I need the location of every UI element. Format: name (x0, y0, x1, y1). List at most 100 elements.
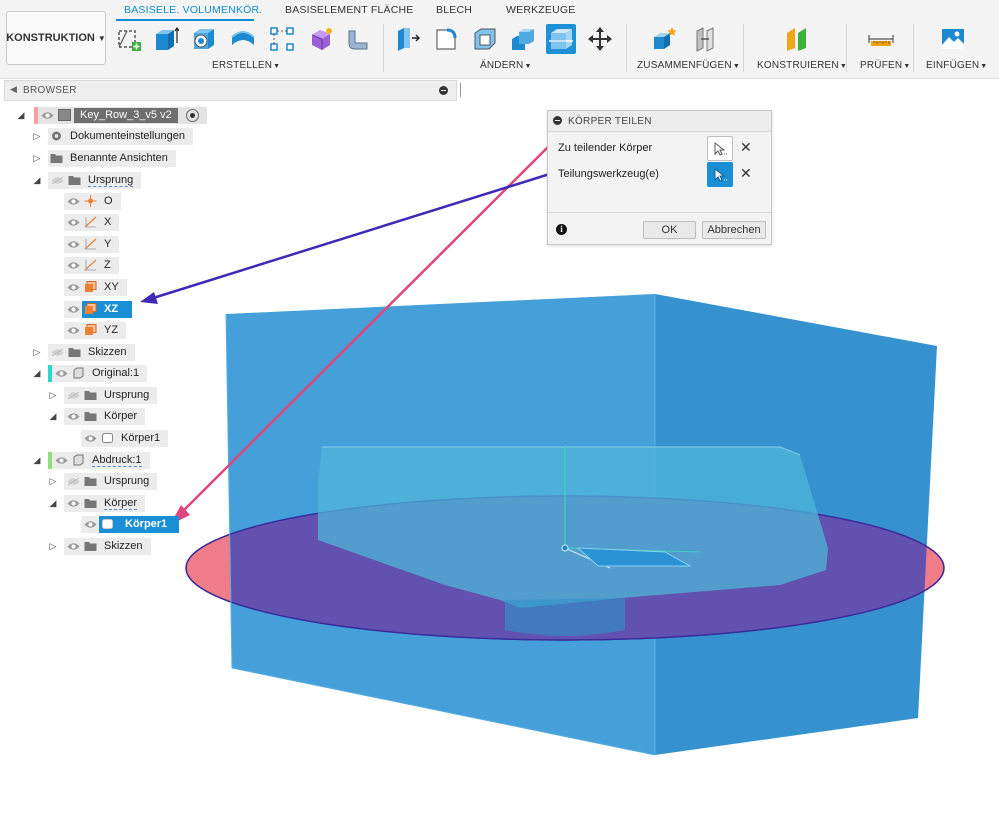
collapse-triangle-icon[interactable]: ◀ (10, 84, 17, 95)
measure-button[interactable] (866, 24, 896, 54)
expanded-triangle-icon[interactable]: ◢ (32, 175, 42, 186)
visibility-eye-icon[interactable] (52, 365, 70, 382)
field-label: Teilungswerkzeug(e) (558, 168, 659, 180)
hidden-eye-icon[interactable] (64, 387, 82, 404)
visibility-eye-icon[interactable] (64, 193, 82, 210)
collapsed-triangle-icon[interactable]: ▷ (48, 476, 58, 487)
visibility-eye-icon[interactable] (81, 430, 99, 447)
browser-item-abdruck-body1[interactable]: Körper1 (81, 515, 180, 533)
activate-radio-icon[interactable] (185, 108, 199, 122)
select-body-button[interactable] (707, 136, 733, 161)
visibility-eye-icon[interactable] (64, 279, 82, 296)
visibility-eye-icon[interactable] (64, 236, 82, 253)
collapsed-triangle-icon[interactable]: ▷ (32, 153, 42, 164)
group-aendern[interactable]: ÄNDERN▼ (480, 60, 532, 71)
group-zusammenfuegen[interactable]: ZUSAMMENFÜGEN▼ (637, 60, 740, 71)
clear-selection-icon[interactable]: ✕ (740, 165, 752, 182)
hidden-eye-icon[interactable] (48, 172, 66, 189)
axis-icon (82, 214, 98, 231)
browser-item-label: Körper1 (121, 432, 161, 444)
combine-icon (512, 29, 534, 50)
press-pull-icon (398, 28, 420, 51)
group-pruefen-label: PRÜFEN (860, 60, 903, 71)
browser-item-y-axis[interactable]: Y (64, 235, 120, 253)
body-icon (99, 516, 115, 533)
browser-header[interactable]: ◀ BROWSER (4, 80, 461, 101)
visibility-eye-icon[interactable] (64, 538, 82, 555)
expanded-triangle-icon[interactable]: ◢ (48, 498, 58, 509)
visibility-eye-icon[interactable] (64, 257, 82, 274)
group-erstellen[interactable]: ERSTELLEN▼ (212, 60, 280, 71)
offset-plane-button[interactable] (782, 24, 812, 54)
browser-item-label: Skizzen (104, 540, 143, 552)
component-icon (70, 365, 86, 382)
move-copy-button[interactable] (585, 24, 615, 54)
sweep-button[interactable] (228, 24, 258, 54)
new-component-button[interactable] (649, 24, 679, 54)
folder-icon (48, 150, 64, 167)
visibility-eye-icon[interactable] (81, 516, 99, 533)
visibility-eye-icon[interactable] (64, 301, 82, 318)
ok-button[interactable]: OK (643, 221, 696, 239)
visibility-eye-icon[interactable] (38, 107, 56, 124)
revolve-button[interactable] (189, 24, 219, 54)
axis-icon (82, 236, 98, 253)
visibility-eye-icon[interactable] (52, 452, 70, 469)
browser-item-original-body1[interactable]: Körper1 (81, 429, 169, 447)
extrude-button[interactable] (150, 24, 180, 54)
combine-button[interactable] (508, 24, 538, 54)
pipe-button[interactable] (342, 24, 372, 54)
browser-item-label: Abdruck:1 (92, 453, 142, 467)
hidden-eye-icon[interactable] (48, 344, 66, 361)
browser-item-xz-plane[interactable]: XZ (64, 300, 133, 318)
browser-item-label: Z (104, 259, 111, 271)
cancel-button[interactable]: Abbrechen (702, 221, 766, 239)
clear-selection-icon[interactable]: ✕ (740, 139, 752, 156)
insert-image-button[interactable] (938, 24, 968, 54)
workspace-switcher[interactable]: KONSTRUKTION ▼ (6, 11, 106, 65)
group-pruefen[interactable]: PRÜFEN▼ (860, 60, 910, 71)
tab-tools[interactable]: WERKZEUGE (506, 4, 575, 16)
press-pull-button[interactable] (393, 24, 423, 54)
collapsed-triangle-icon[interactable]: ▷ (32, 347, 42, 358)
joint-button[interactable] (690, 24, 720, 54)
form-button[interactable] (306, 24, 336, 54)
collapsed-triangle-icon[interactable]: ▷ (48, 541, 58, 552)
collapsed-triangle-icon[interactable]: ▷ (48, 390, 58, 401)
split-body-button[interactable] (546, 24, 576, 54)
expanded-triangle-icon[interactable]: ◢ (16, 110, 26, 121)
tab-sheet-metal[interactable]: BLECH (436, 4, 472, 16)
visibility-eye-icon[interactable] (64, 214, 82, 231)
create-sketch-button[interactable] (114, 24, 144, 54)
selected-highlight: Körper1 (99, 515, 180, 533)
pattern-button[interactable] (267, 24, 297, 54)
fillet-button[interactable] (431, 24, 461, 54)
annotation-arrow-purple (140, 170, 557, 304)
tab-surface[interactable]: BASISELEMENT FLÄCHE (285, 4, 413, 16)
visibility-eye-icon[interactable] (64, 408, 82, 425)
visibility-eye-icon[interactable] (64, 322, 82, 339)
visibility-eye-icon[interactable] (64, 495, 82, 512)
collapsed-triangle-icon[interactable]: ▷ (32, 131, 42, 142)
expanded-triangle-icon[interactable]: ◢ (32, 368, 42, 379)
expanded-triangle-icon[interactable]: ◢ (48, 411, 58, 422)
group-konstruieren[interactable]: KONSTRUIEREN▼ (757, 60, 847, 71)
browser-item-x-axis[interactable]: X (64, 213, 120, 231)
browser-item-yz-plane[interactable]: YZ (64, 321, 127, 339)
move-copy-icon (588, 27, 612, 51)
browser-item-z-axis[interactable]: Z (64, 256, 119, 274)
cursor-select-icon (714, 141, 727, 156)
hidden-eye-icon[interactable] (64, 473, 82, 490)
browser-item-origin-point[interactable]: O (64, 192, 121, 210)
expanded-triangle-icon[interactable]: ◢ (32, 455, 42, 466)
minimize-icon[interactable] (553, 116, 562, 125)
folder-icon (82, 408, 98, 425)
shell-button[interactable] (470, 24, 500, 54)
browser-item-xy-plane[interactable]: XY (64, 278, 127, 296)
info-icon[interactable]: i (556, 224, 567, 235)
group-einfuegen[interactable]: EINFÜGEN▼ (926, 60, 987, 71)
tab-solid[interactable]: BASISELE. VOLUMENKÖR. (124, 4, 262, 16)
dialog-title-bar[interactable]: KÖRPER TEILEN (548, 111, 771, 132)
minimize-icon[interactable] (439, 86, 448, 95)
select-tool-button[interactable] (707, 162, 733, 187)
